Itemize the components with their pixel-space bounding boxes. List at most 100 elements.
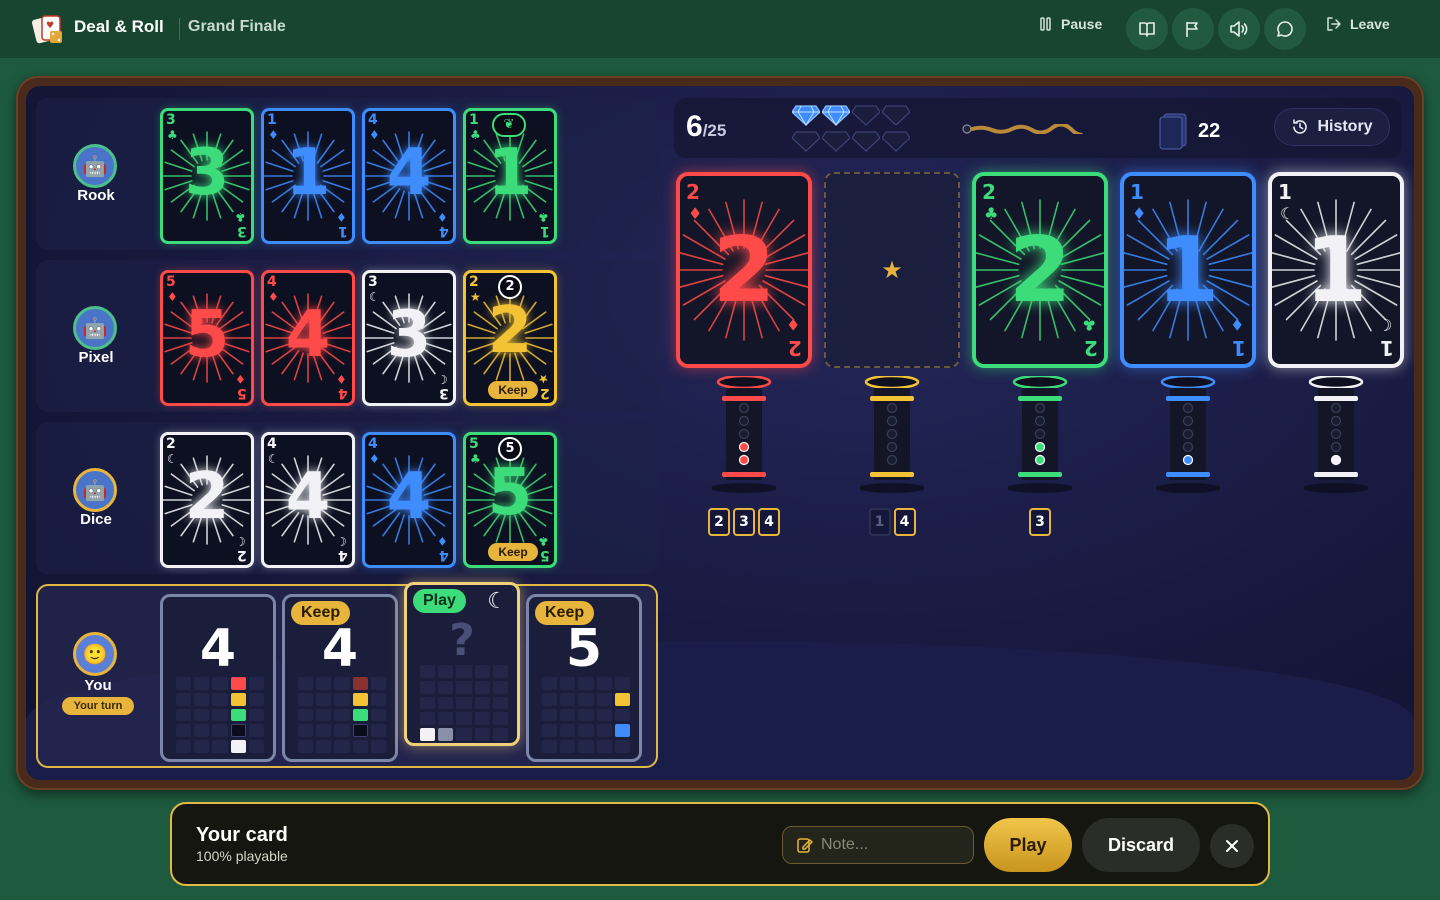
my-hand-card[interactable]: 4 Keep [282,594,398,762]
history-button[interactable]: History [1274,108,1390,146]
robot-icon: 🤖 [82,478,108,502]
player-name: Dice [80,511,112,528]
rules-button[interactable] [1126,8,1168,50]
opponent-card[interactable]: 3 ♣ 3 3 ♣ [160,108,254,244]
progress-tube-white [1302,374,1370,500]
chip-slot [492,712,508,726]
svg-text:♥: ♥ [46,21,54,31]
card-rank-corner: 3 [439,385,449,401]
playability-text: 100% playable [196,848,288,864]
pile-rank-corner: 2 [686,180,700,204]
card-rank-corner: 5 [540,547,550,563]
close-button[interactable] [1210,824,1254,868]
chip-slot [248,708,264,722]
star-icon: ★ [881,256,903,284]
flame-icon: ♦ [167,290,178,304]
card-clue-grid [420,665,508,741]
discard-list-yellow: 14 [868,508,916,536]
game-table: 🤖 Rook 🤖 Pixel 🤖 Dice 🙂 You Your turn 3 ♣… [26,86,1414,780]
my-hand-card[interactable]: ? Play ☾ [404,582,520,746]
chip-slot [316,740,332,753]
card-clue-grid [298,677,386,753]
hint-marker: 2 [498,275,522,299]
action-bar: Your card 100% playable Play Discard [170,802,1270,886]
opponent-card[interactable]: 3 ☾ 3 3 ☾ [362,270,456,406]
chip-slot [176,677,192,690]
sound-button[interactable] [1218,8,1260,50]
opponent-card[interactable]: 5 ♣ 5 5 ♣ 5 Keep [463,432,557,568]
chip-slot [492,728,508,741]
note-input[interactable] [821,836,961,854]
flag-button[interactable] [1172,8,1214,50]
chip-slot [474,712,490,726]
avatar: 🙂 [73,632,117,676]
card-rank-corner: 3 [368,274,378,290]
chip-slot [596,724,612,738]
chip-slot [614,724,630,738]
opponent-card[interactable]: 1 ♦ 1 1 ♦ [261,108,355,244]
chip-slot [248,677,264,690]
chip-slot [420,712,436,726]
chip-slot [542,740,558,753]
chip-slot [596,708,612,722]
robot-icon: 🤖 [82,316,108,340]
opponent-card[interactable]: 2 ☾ 2 2 ☾ [160,432,254,568]
discard-list-red: 234 [708,508,780,536]
leave-icon [1327,17,1341,31]
chip-slot [298,708,314,722]
keep-tag: Keep [488,381,538,399]
sound-icon [1230,21,1248,37]
moon-icon: ☾ [336,534,347,548]
opponent-card[interactable]: 1 ♣ 1 1 ♣ ❦ [463,108,557,244]
pile-rank-corner: 1 [1278,180,1292,204]
card-rank: 3 [386,298,432,372]
card-rank-corner: 1 [540,223,550,239]
opponent-card[interactable]: 4 ☾ 4 4 ☾ [261,432,355,568]
chip-slot [352,708,368,722]
chip-slot [474,696,490,710]
chip-slot [298,724,314,738]
card-rank-corner: 4 [267,274,277,290]
logo-icon: ♥ [32,14,64,44]
brand-divider [179,18,180,40]
chip-slot [230,740,246,753]
opponent-card[interactable]: 4 ♦ 4 4 ♦ [362,108,456,244]
flame-icon: ♦ [235,372,246,386]
chip-slot [212,708,228,722]
chip-slot [248,692,264,706]
play-button[interactable]: Play [984,818,1072,872]
opponent-card[interactable]: 2 ★ 2 2 ★ 2 Keep [463,270,557,406]
note-field[interactable] [782,826,974,864]
card-rank-corner: 5 [469,436,479,452]
discard-button[interactable]: Discard [1082,818,1200,872]
leave-button[interactable]: Leave [1326,16,1390,32]
avatar: 🤖 [73,306,117,350]
card-rank-corner: 5 [166,274,176,290]
chip-slot [176,692,192,706]
my-hand-card[interactable]: 4 [160,594,276,762]
chip-slot [420,665,436,678]
opponent-card[interactable]: 5 ♦ 5 5 ♦ [160,270,254,406]
keep-tag: Keep [535,601,595,625]
opponent-card[interactable]: 4 ♦ 4 4 ♦ [261,270,355,406]
hint-token-icon [821,104,851,130]
card-rank: 5 [184,298,230,372]
firework-pile-green: 2 ♣ 2 2 ♣ [972,172,1108,368]
pile-rank-corner: 2 [1084,336,1098,360]
hint-marker: 5 [498,437,522,461]
my-hand-card[interactable]: 5 Keep [526,594,642,762]
pile-rank: 1 [1304,218,1368,323]
chip-slot [230,724,246,738]
chip-slot [578,740,594,753]
chip-slot [560,724,576,738]
pause-button[interactable]: Pause [1039,16,1102,32]
pause-label: Pause [1061,16,1103,32]
opponent-card[interactable]: 4 ♦ 4 4 ♦ [362,432,456,568]
chip-slot [352,740,368,753]
card-rank: 4 [285,298,331,372]
game-subtitle: Grand Finale [188,18,286,35]
keep-tag: Keep [488,543,538,561]
card-rank: 2 [487,294,533,368]
leaf-hint-icon: ❦ [492,113,526,137]
chat-button[interactable] [1264,8,1306,50]
